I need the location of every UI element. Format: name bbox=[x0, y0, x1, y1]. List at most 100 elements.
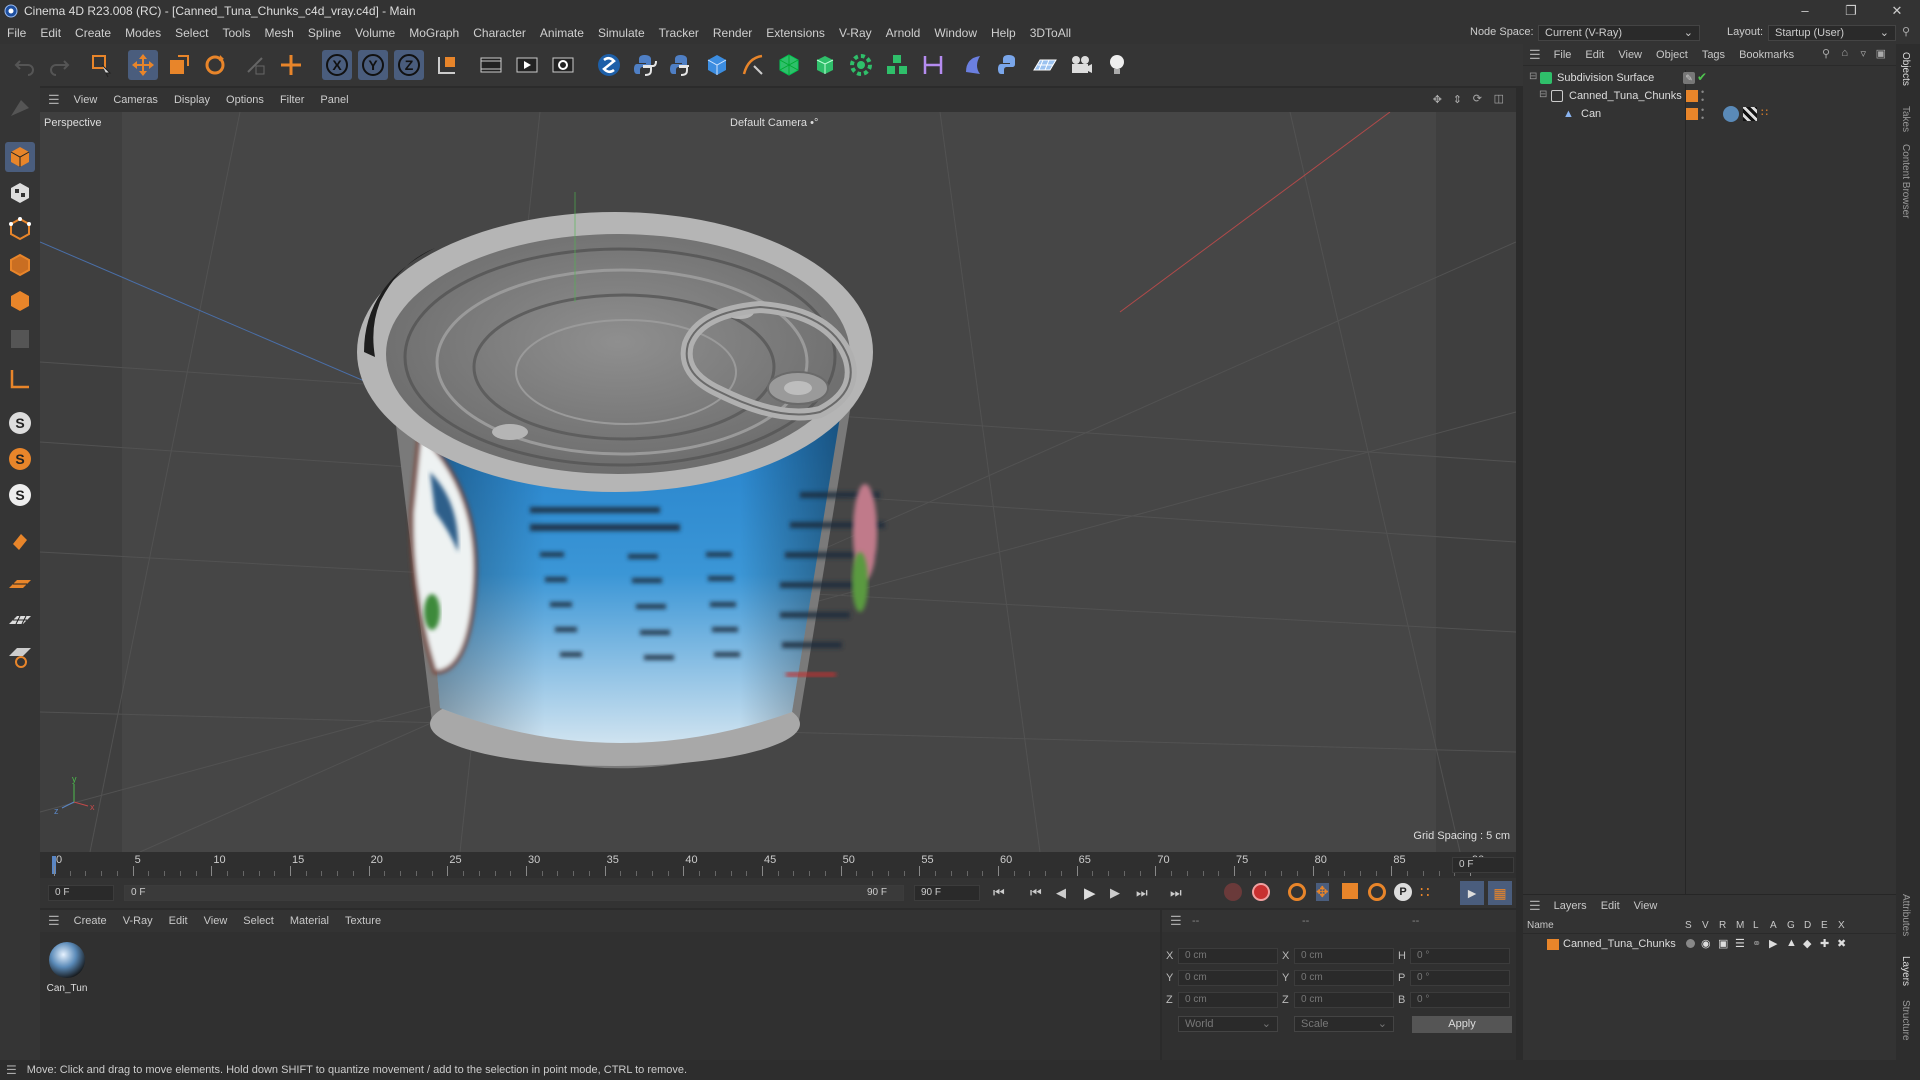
material-menu-view[interactable]: View bbox=[196, 915, 236, 927]
tab-objects[interactable]: Objects bbox=[1900, 52, 1911, 86]
object-menu-object[interactable]: Object bbox=[1649, 49, 1695, 61]
size-x-field[interactable]: 0 cm bbox=[1294, 948, 1394, 964]
menu-vray[interactable]: V-Ray bbox=[832, 26, 879, 40]
viewport-menu-filter[interactable]: Filter bbox=[272, 94, 312, 106]
cloner-icon[interactable] bbox=[846, 50, 876, 80]
field-icon[interactable] bbox=[958, 50, 988, 80]
menu-file[interactable]: File bbox=[0, 26, 33, 40]
menu-render[interactable]: Render bbox=[706, 26, 759, 40]
point-mode-icon[interactable] bbox=[5, 214, 35, 244]
object-row-subdivision-surface[interactable]: ⊟ Subdivision Surface ✎ ✔ bbox=[1523, 70, 1896, 920]
restore-button[interactable]: ❐ bbox=[1828, 0, 1874, 22]
axis-grid-icon[interactable] bbox=[5, 642, 35, 672]
record-active-icon[interactable] bbox=[1224, 883, 1242, 901]
menu-mesh[interactable]: Mesh bbox=[257, 26, 300, 40]
rotate-view-icon[interactable]: ⟳ bbox=[1473, 92, 1482, 105]
menu-create[interactable]: Create bbox=[68, 26, 118, 40]
polygon-mode-icon[interactable] bbox=[5, 286, 35, 316]
autokey-icon[interactable] bbox=[1252, 883, 1270, 901]
node-space-dropdown[interactable]: Current (V-Ray) ⌄ bbox=[1538, 25, 1700, 41]
visibility-dots-icon[interactable]: • • bbox=[1701, 106, 1704, 123]
rot-b-field[interactable]: 0 ° bbox=[1410, 992, 1510, 1008]
layer-color-swatch[interactable] bbox=[1547, 939, 1559, 950]
layout-dropdown[interactable]: Startup (User) ⌄ bbox=[1768, 25, 1896, 41]
grid-icon[interactable] bbox=[5, 606, 35, 636]
snap-settings-icon[interactable]: S bbox=[5, 444, 35, 474]
material-menu-material[interactable]: Material bbox=[282, 915, 337, 927]
cube-primitive-icon[interactable] bbox=[702, 50, 732, 80]
pen-spline-icon[interactable] bbox=[738, 50, 768, 80]
material-swatch[interactable]: Can_Tun bbox=[44, 940, 90, 1000]
layer-menu-view[interactable]: View bbox=[1627, 900, 1665, 912]
key-rotation-icon[interactable] bbox=[1368, 883, 1386, 901]
hamburger-menu-icon[interactable]: ☰ bbox=[48, 92, 60, 108]
object-row-canned-tuna-chunks[interactable]: ⊟ Canned_Tuna_Chunks • • bbox=[1523, 88, 1896, 106]
next-frame-icon[interactable]: ▶ bbox=[1110, 885, 1120, 901]
search-icon[interactable]: ⚲ bbox=[1902, 25, 1910, 38]
material-menu-create[interactable]: Create bbox=[66, 915, 115, 927]
tab-layers[interactable]: Layers bbox=[1900, 956, 1911, 986]
y-axis-lock-icon[interactable]: Y bbox=[358, 50, 388, 80]
pos-x-field[interactable]: 0 cm bbox=[1178, 948, 1278, 964]
key-scale-icon[interactable] bbox=[1342, 883, 1358, 899]
pos-y-field[interactable]: 0 cm bbox=[1178, 970, 1278, 986]
render-region-icon[interactable] bbox=[476, 50, 506, 80]
live-selection-icon[interactable] bbox=[86, 50, 116, 80]
python-icon[interactable] bbox=[666, 50, 696, 80]
layer-row[interactable]: Canned_Tuna_Chunks ◉ ▣ ☰ ⚭ ▶ ▲ ◆ ✚ ✖ bbox=[1523, 936, 1896, 954]
deformer-icon[interactable] bbox=[918, 50, 948, 80]
redo-icon[interactable] bbox=[44, 50, 74, 80]
hamburger-menu-icon[interactable]: ☰ bbox=[1529, 47, 1541, 63]
menu-tracker[interactable]: Tracker bbox=[652, 26, 706, 40]
expression-icon[interactable]: ✚ bbox=[1820, 937, 1829, 950]
layer-color-swatch[interactable] bbox=[1686, 90, 1698, 102]
uv-mode-icon[interactable] bbox=[5, 324, 35, 354]
3d-viewport[interactable]: y x z Perspective Default Camera •° Grid… bbox=[40, 112, 1516, 852]
material-tag-icon[interactable] bbox=[1723, 106, 1739, 122]
hamburger-menu-icon[interactable]: ☰ bbox=[48, 913, 60, 929]
menu-3dtoall[interactable]: 3DToAll bbox=[1023, 26, 1078, 40]
workplane-icon[interactable] bbox=[5, 364, 35, 394]
quantize-icon[interactable]: S bbox=[5, 480, 35, 510]
menu-animate[interactable]: Animate bbox=[533, 26, 591, 40]
collapse-icon[interactable]: ⊟ bbox=[1529, 71, 1537, 82]
layer-indicator[interactable]: ✎ bbox=[1683, 72, 1695, 84]
object-row-can[interactable]: ▲ Can • • ∷ bbox=[1523, 106, 1896, 124]
uvw-tag-icon[interactable] bbox=[1743, 107, 1757, 121]
object-menu-view[interactable]: View bbox=[1611, 49, 1649, 61]
model-mode-icon[interactable] bbox=[5, 142, 35, 172]
xref-icon[interactable]: ✖ bbox=[1837, 937, 1846, 950]
z-axis-lock-icon[interactable]: Z bbox=[394, 50, 424, 80]
object-menu-bookmarks[interactable]: Bookmarks bbox=[1732, 49, 1801, 61]
viewport-menu-options[interactable]: Options bbox=[218, 94, 272, 106]
size-z-field[interactable]: 0 cm bbox=[1294, 992, 1394, 1008]
manager-icon[interactable]: ☰ bbox=[1735, 937, 1745, 950]
menu-spline[interactable]: Spline bbox=[301, 26, 348, 40]
move-tool-icon[interactable] bbox=[128, 50, 158, 80]
material-menu-edit[interactable]: Edit bbox=[161, 915, 196, 927]
texture-mode-icon[interactable] bbox=[5, 178, 35, 208]
object-menu-file[interactable]: File bbox=[1547, 49, 1579, 61]
layer-color-swatch[interactable] bbox=[1686, 108, 1698, 120]
lock-icon[interactable]: ⚭ bbox=[1752, 937, 1761, 950]
object-menu-tags[interactable]: Tags bbox=[1695, 49, 1732, 61]
snap-icon[interactable]: S bbox=[5, 408, 35, 438]
solo-toggle-icon[interactable] bbox=[1686, 939, 1695, 948]
eye-icon[interactable]: ◉ bbox=[1701, 937, 1711, 950]
rot-p-field[interactable]: 0 ° bbox=[1410, 970, 1510, 986]
mograph-icon[interactable] bbox=[882, 50, 912, 80]
search-icon[interactable]: ⚲ bbox=[1822, 47, 1830, 60]
x-axis-lock-icon[interactable]: X bbox=[322, 50, 352, 80]
zoom-view-icon[interactable]: ⇕ bbox=[1453, 93, 1462, 106]
go-to-start-icon[interactable]: ⏮ bbox=[993, 885, 1005, 901]
hamburger-menu-icon[interactable]: ☰ bbox=[1529, 898, 1541, 914]
magnet-icon[interactable] bbox=[5, 526, 35, 556]
keyframe-selection-icon[interactable] bbox=[1288, 883, 1306, 901]
animation-icon[interactable]: ▶ bbox=[1769, 937, 1777, 950]
tab-attributes[interactable]: Attributes bbox=[1900, 894, 1911, 936]
material-menu-select[interactable]: Select bbox=[235, 915, 282, 927]
coordinate-system-icon[interactable] bbox=[432, 50, 462, 80]
pan-view-icon[interactable]: ✥ bbox=[1433, 93, 1442, 106]
menu-modes[interactable]: Modes bbox=[118, 26, 168, 40]
timeline-ruler[interactable]: 051015202530354045505560657075808590 0 F bbox=[40, 852, 1516, 878]
